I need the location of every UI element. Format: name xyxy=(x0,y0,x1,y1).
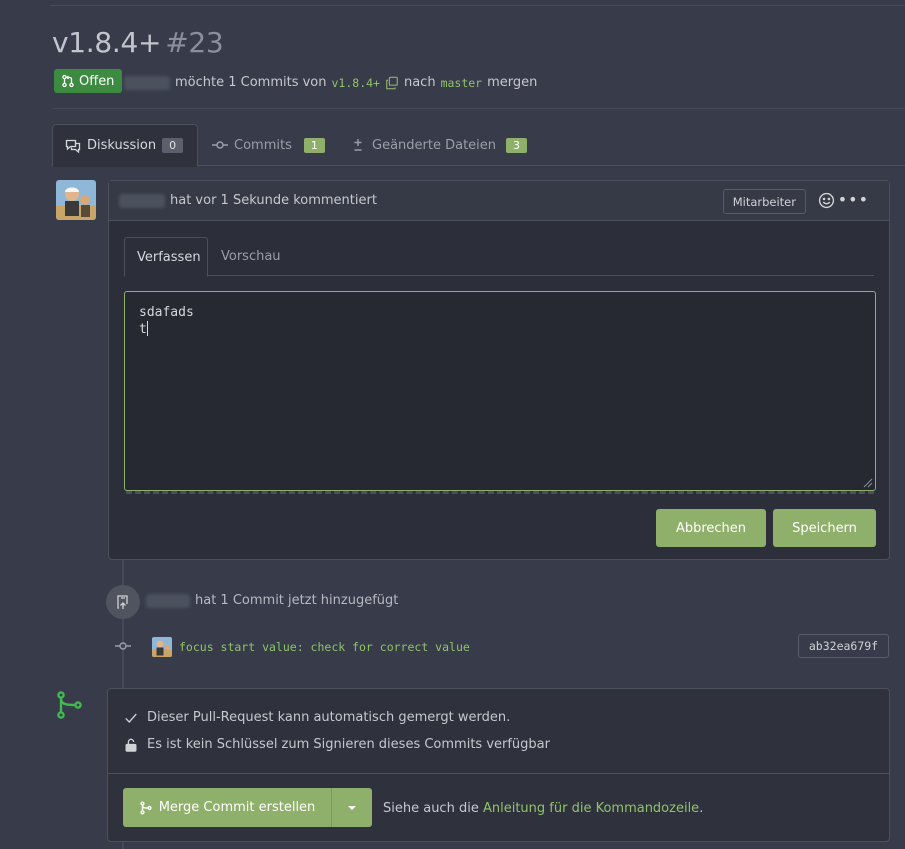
textarea-line: t xyxy=(139,321,148,337)
status-badge: Offen xyxy=(54,69,122,93)
timeline-line xyxy=(122,842,124,849)
check-icon xyxy=(125,713,137,723)
comment-header: hat vor 1 Sekunde kommentiert Mitarbeite… xyxy=(109,181,889,221)
more-options-icon[interactable]: ••• xyxy=(838,192,869,208)
comment-editor: hat vor 1 Sekunde kommentiert Mitarbeite… xyxy=(108,180,890,560)
merge-status-text: Dieser Pull-Request kann automatisch gem… xyxy=(147,710,511,725)
commit-author-avatar[interactable] xyxy=(152,637,172,657)
merge-divider xyxy=(108,773,889,774)
status-label: Offen xyxy=(79,73,115,89)
comments-icon xyxy=(65,139,81,153)
pull-request-icon xyxy=(62,74,74,88)
tab-count: 3 xyxy=(506,137,528,153)
tab-label: Commits xyxy=(234,137,292,153)
tab-label: Diskussion xyxy=(87,138,157,153)
cli-hint-post: . xyxy=(699,801,704,816)
tab-count: 1 xyxy=(303,137,325,153)
merge-panel: Dieser Pull-Request kann automatisch gem… xyxy=(107,688,890,842)
editor-tabs: Verfassen Vorschau xyxy=(124,237,874,277)
drop-zone-divider xyxy=(126,491,874,495)
subline-text-mid: nach xyxy=(403,75,436,90)
pr-tabs: Diskussion 0 Commits 1 Geänderte Dateien… xyxy=(52,124,905,167)
git-merge-icon xyxy=(57,691,82,719)
top-divider xyxy=(50,5,905,6)
cancel-button[interactable]: Abbrechen xyxy=(656,509,766,547)
merge-commit-button[interactable]: Merge Commit erstellen xyxy=(123,788,332,827)
repo-push-icon xyxy=(117,595,128,609)
unlock-icon xyxy=(125,738,137,752)
textarea-line: sdafads xyxy=(139,305,194,320)
event-description: hat 1 Commit jetzt hinzugefügt xyxy=(195,593,399,608)
tab-changed-files[interactable]: Geänderte Dateien 3 xyxy=(338,124,539,166)
tab-commits[interactable]: Commits 1 xyxy=(200,124,337,166)
diff-icon xyxy=(354,139,362,151)
commit-sha-button[interactable]: ab32ea679f xyxy=(798,634,889,658)
tab-discussion[interactable]: Diskussion 0 xyxy=(52,124,198,167)
comment-meta: hat vor 1 Sekunde kommentiert xyxy=(170,193,377,208)
header-divider xyxy=(52,108,905,109)
push-event-badge xyxy=(106,585,140,619)
signing-status-row: Es ist kein Schlüssel zum Signieren dies… xyxy=(124,737,550,752)
cli-hint-pre: Siehe auch die xyxy=(383,801,479,816)
pr-title: v1.8.4+ xyxy=(52,26,162,59)
push-event-text: hat 1 Commit jetzt hinzugefügt xyxy=(146,593,398,608)
subline-text-post: mergen xyxy=(487,75,538,90)
git-merge-icon xyxy=(140,801,152,814)
pr-subline: möchte 1 Commits von v1.8.4+ nach master… xyxy=(124,75,537,90)
role-badge: Mitarbeiter xyxy=(722,189,806,214)
copy-icon[interactable] xyxy=(385,76,399,90)
merge-button-group: Merge Commit erstellen xyxy=(123,788,372,827)
avatar[interactable] xyxy=(56,180,96,220)
save-button[interactable]: Speichern xyxy=(773,509,876,547)
resize-handle-icon[interactable] xyxy=(863,478,873,488)
subline-text-pre: möchte 1 Commits von xyxy=(175,75,327,90)
cli-hint: Siehe auch die Anleitung für die Kommand… xyxy=(383,801,703,816)
merge-options-dropdown[interactable] xyxy=(332,805,372,811)
tab-preview[interactable]: Vorschau xyxy=(209,237,293,276)
tab-label: Geänderte Dateien xyxy=(372,137,497,153)
author-name[interactable] xyxy=(124,75,170,90)
comment-author[interactable] xyxy=(119,193,165,208)
comment-textarea[interactable]: sdafads t xyxy=(124,291,876,491)
commit-message-link[interactable]: focus start value: check for correct val… xyxy=(179,640,470,654)
commit-icon xyxy=(212,141,228,149)
page-title: v1.8.4+ #23 xyxy=(52,26,224,59)
merge-status-row: Dieser Pull-Request kann automatisch gem… xyxy=(124,710,510,725)
signing-status-text: Es ist kein Schlüssel zum Signieren dies… xyxy=(147,737,550,752)
pr-number: #23 xyxy=(165,26,224,59)
merge-button-label: Merge Commit erstellen xyxy=(158,800,316,815)
commit-node-icon xyxy=(115,642,131,650)
base-branch[interactable]: master xyxy=(441,76,483,90)
chevron-down-icon xyxy=(348,805,356,810)
event-author[interactable] xyxy=(146,593,190,608)
reaction-icon[interactable] xyxy=(818,192,835,209)
text-caret xyxy=(146,321,148,336)
tab-write[interactable]: Verfassen xyxy=(124,237,208,277)
tab-count: 0 xyxy=(162,138,184,153)
cli-instructions-link[interactable]: Anleitung für die Kommandozeile xyxy=(483,801,699,816)
head-branch[interactable]: v1.8.4+ xyxy=(332,76,380,90)
